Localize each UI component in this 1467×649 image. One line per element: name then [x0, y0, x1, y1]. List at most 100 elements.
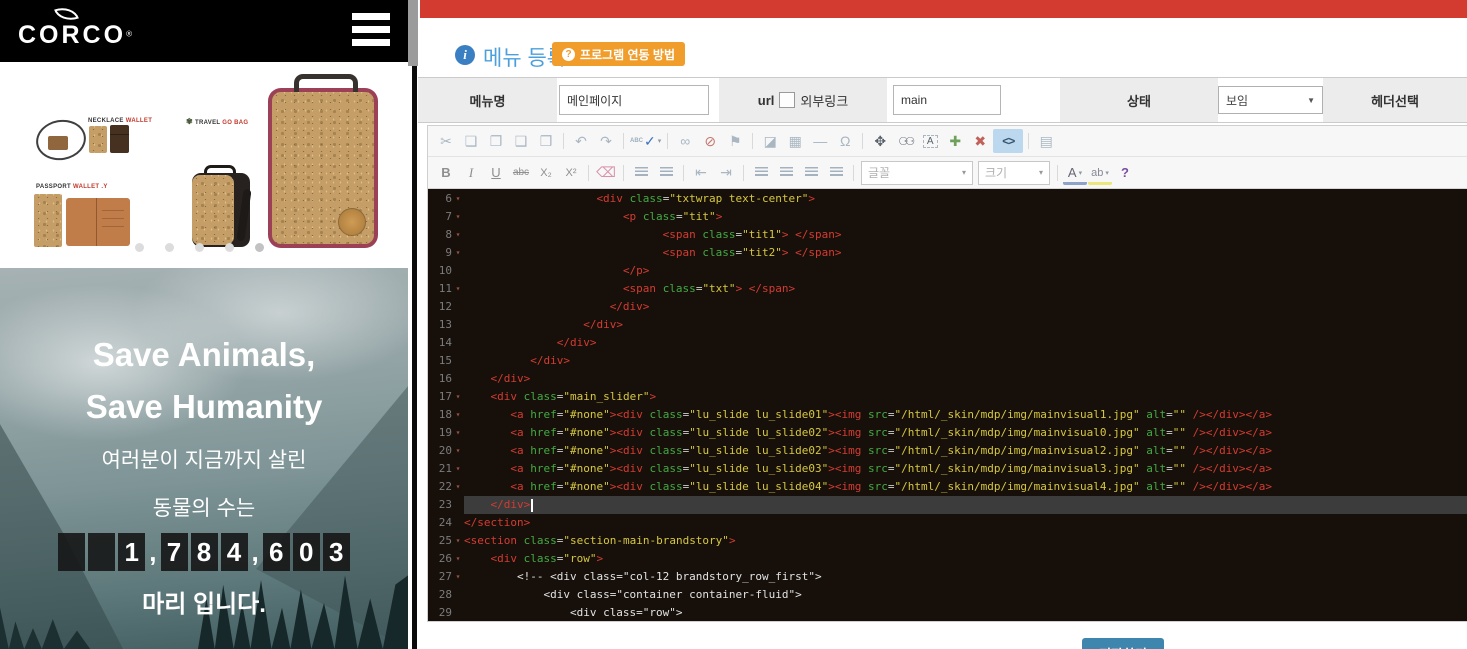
numbered-list-icon[interactable] [629, 161, 653, 185]
small-backpack-photo[interactable] [192, 165, 250, 247]
paste-word-icon[interactable]: ❒ [534, 129, 558, 153]
code-line-6[interactable]: 6▾<div class="txtwrap text-center"> [428, 190, 1467, 208]
code-line-8[interactable]: 8▾<span class="tit1"> </span> [428, 226, 1467, 244]
print-icon[interactable]: ▤ [1034, 129, 1058, 153]
add-tag-icon[interactable]: ✚ [943, 129, 967, 153]
cork-wallet-photo[interactable] [89, 126, 107, 153]
code-line-16[interactable]: 16</div> [428, 370, 1467, 388]
font-size-select[interactable]: 크기▾ [978, 161, 1050, 185]
text-color-icon[interactable]: A▾ [1063, 164, 1087, 185]
fold-arrow-icon[interactable]: ▾ [452, 226, 464, 244]
undo-icon[interactable]: ↶ [569, 129, 593, 153]
external-link-checkbox[interactable] [779, 92, 795, 108]
italic-icon[interactable]: I [459, 161, 483, 185]
program-link-help-button[interactable]: ? 프로그램 연동 방법 [552, 42, 685, 66]
image-icon[interactable]: ◪ [758, 129, 782, 153]
code-line-7[interactable]: 7▾<p class="tit"> [428, 208, 1467, 226]
code-line-22[interactable]: 22▾<a href="#none"><div class="lu_slide … [428, 478, 1467, 496]
slider-dot[interactable] [225, 243, 234, 252]
cut-icon[interactable]: ✂ [434, 129, 458, 153]
passport-cover-photo[interactable] [34, 194, 62, 247]
align-left-icon[interactable] [749, 161, 773, 185]
fold-arrow-icon[interactable]: ▾ [452, 208, 464, 226]
hamburger-menu-icon[interactable] [352, 13, 390, 52]
fold-arrow-icon[interactable]: ▾ [452, 388, 464, 406]
scrollbar-thumb[interactable] [408, 0, 418, 66]
status-select[interactable]: 보임 ▼ [1218, 86, 1323, 114]
align-justify-icon[interactable] [824, 161, 848, 185]
code-line-23[interactable]: 23</div> [428, 496, 1467, 514]
code-line-13[interactable]: 13</div> [428, 316, 1467, 334]
code-line-28[interactable]: 28<div class="container container-fluid"… [428, 586, 1467, 604]
code-line-15[interactable]: 15</div> [428, 352, 1467, 370]
source-icon[interactable]: <> [993, 129, 1023, 153]
url-input[interactable] [893, 85, 1001, 115]
code-line-18[interactable]: 18▾<a href="#none"><div class="lu_slide … [428, 406, 1467, 424]
superscript-icon[interactable]: X² [559, 161, 583, 185]
fold-arrow-icon[interactable]: ▾ [452, 424, 464, 442]
code-line-9[interactable]: 9▾<span class="tit2"> </span> [428, 244, 1467, 262]
corco-logo[interactable]: CORCO® [18, 6, 132, 48]
necklace-pendant[interactable] [48, 136, 68, 150]
fold-arrow-icon[interactable]: ▾ [452, 460, 464, 478]
fold-arrow-icon[interactable]: ▾ [452, 478, 464, 496]
subscript-icon[interactable]: X₂ [534, 161, 558, 185]
save-button[interactable]: 저장하기 [1082, 638, 1164, 649]
table-icon[interactable]: ▦ [783, 129, 807, 153]
fold-arrow-icon[interactable]: ▾ [452, 442, 464, 460]
special-char-icon[interactable]: Ω [833, 129, 857, 153]
maximize-icon[interactable]: ✥ [868, 129, 892, 153]
brown-wallet-photo[interactable] [110, 125, 129, 153]
copy-icon[interactable]: ❏ [459, 129, 483, 153]
fold-arrow-icon[interactable]: ▾ [452, 406, 464, 424]
code-line-14[interactable]: 14</div> [428, 334, 1467, 352]
indent-icon[interactable]: ⇥ [714, 161, 738, 185]
anchor-icon[interactable]: ⚑ [723, 129, 747, 153]
spellcheck-icon[interactable]: ABC✓▾ [629, 129, 662, 153]
slider-dot[interactable] [255, 243, 264, 252]
large-backpack-photo[interactable] [268, 88, 378, 248]
bold-icon[interactable]: B [434, 161, 458, 185]
slider-dot[interactable] [135, 243, 144, 252]
code-line-20[interactable]: 20▾<a href="#none"><div class="lu_slide … [428, 442, 1467, 460]
link-icon[interactable]: ∞ [673, 129, 697, 153]
code-line-29[interactable]: 29<div class="row"> [428, 604, 1467, 621]
fold-arrow-icon[interactable]: ▾ [452, 550, 464, 568]
align-right-icon[interactable] [799, 161, 823, 185]
remove-tag-icon[interactable]: ✖ [968, 129, 992, 153]
bg-color-icon[interactable]: ab▾ [1088, 164, 1112, 185]
fold-arrow-icon[interactable]: ▾ [452, 244, 464, 262]
slider-dot[interactable] [165, 243, 174, 252]
strikethrough-icon[interactable]: abc [509, 161, 533, 185]
align-center-icon[interactable] [774, 161, 798, 185]
paste-icon[interactable]: ❐ [484, 129, 508, 153]
code-line-25[interactable]: 25▾<section class="section-main-brandsto… [428, 532, 1467, 550]
code-line-24[interactable]: 24</section> [428, 514, 1467, 532]
font-family-select[interactable]: 글꼴▾ [861, 161, 973, 185]
remove-format-icon[interactable]: ⌫ [594, 161, 618, 185]
code-line-17[interactable]: 17▾<div class="main_slider"> [428, 388, 1467, 406]
fold-arrow-icon[interactable]: ▾ [452, 568, 464, 586]
unlink-icon[interactable]: ⊘ [698, 129, 722, 153]
select-all-icon[interactable]: A [918, 129, 942, 153]
code-line-19[interactable]: 19▾<a href="#none"><div class="lu_slide … [428, 424, 1467, 442]
code-line-10[interactable]: 10</p> [428, 262, 1467, 280]
horizontal-line-icon[interactable]: ― [808, 129, 832, 153]
outdent-icon[interactable]: ⇤ [689, 161, 713, 185]
fold-arrow-icon[interactable]: ▾ [452, 532, 464, 550]
code-line-27[interactable]: 27▾<!-- <div class="col-12 brandstory_ro… [428, 568, 1467, 586]
code-line-21[interactable]: 21▾<a href="#none"><div class="lu_slide … [428, 460, 1467, 478]
code-line-11[interactable]: 11▾<span class="txt"> </span> [428, 280, 1467, 298]
slider-dot[interactable] [195, 243, 204, 252]
source-code-area[interactable]: 6▾<div class="txtwrap text-center">7▾<p … [428, 188, 1467, 621]
menu-name-input[interactable] [559, 85, 709, 115]
redo-icon[interactable]: ↷ [594, 129, 618, 153]
fold-arrow-icon[interactable]: ▾ [452, 280, 464, 298]
find-replace-icon[interactable]: ⚆⚆ [893, 129, 917, 153]
preview-scrollbar[interactable] [408, 0, 418, 649]
passport-open-wallet-photo[interactable] [66, 198, 130, 246]
bulleted-list-icon[interactable] [654, 161, 678, 185]
help-icon[interactable]: ? [1113, 161, 1137, 185]
underline-icon[interactable]: U [484, 161, 508, 185]
fold-arrow-icon[interactable]: ▾ [452, 190, 464, 208]
